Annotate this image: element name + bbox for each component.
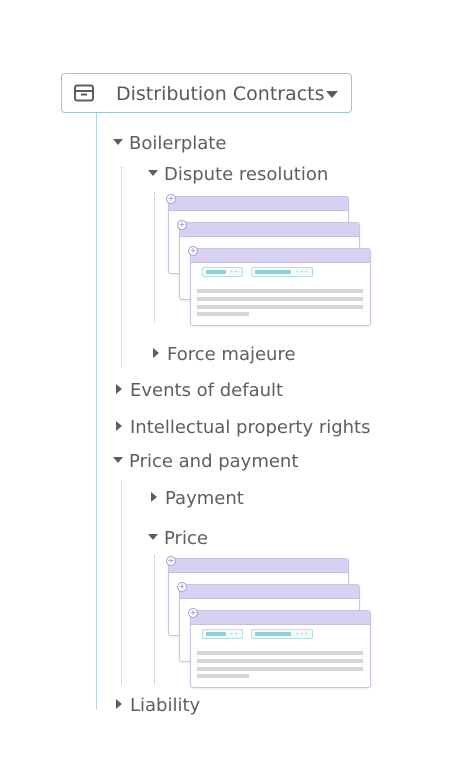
plus-icon[interactable]: + xyxy=(177,220,187,230)
node-label: Events of default xyxy=(130,380,284,401)
chevron-down-icon[interactable] xyxy=(326,91,338,98)
text-line xyxy=(197,659,363,663)
plus-icon[interactable]: + xyxy=(188,608,198,618)
node-label: Dispute resolution xyxy=(164,164,329,185)
tree-node-boilerplate[interactable]: Boilerplate xyxy=(113,133,226,155)
tag-chip: •• xyxy=(202,629,243,639)
archive-box-icon xyxy=(74,84,94,102)
tree-node-payment[interactable]: Payment xyxy=(151,488,244,510)
tree-guide xyxy=(121,480,122,685)
tree-node-events-of-default[interactable]: Events of default xyxy=(116,380,283,402)
node-label: Force majeure xyxy=(167,344,296,365)
caret-expanded-icon xyxy=(148,534,158,540)
caret-collapsed-icon xyxy=(116,699,122,709)
text-line xyxy=(197,651,363,655)
caret-collapsed-icon xyxy=(116,421,122,431)
plus-icon[interactable]: + xyxy=(188,246,198,256)
tree-node-dispute-resolution[interactable]: Dispute resolution xyxy=(148,164,328,186)
tree-guide xyxy=(121,167,122,367)
tree-connector xyxy=(96,113,97,710)
tag-chip: ••• xyxy=(251,629,313,639)
caret-expanded-icon xyxy=(113,139,123,145)
text-line xyxy=(197,312,249,316)
node-label: Price xyxy=(164,528,208,549)
tree-guide xyxy=(154,192,155,322)
root-folder-selector[interactable]: Distribution Contracts xyxy=(61,73,352,113)
tree-node-liability[interactable]: Liability xyxy=(116,695,200,717)
tree-node-price[interactable]: Price xyxy=(148,528,208,550)
card-header xyxy=(180,223,359,237)
card-header xyxy=(169,559,348,573)
card-header xyxy=(169,197,348,211)
tree-node-price-and-payment[interactable]: Price and payment xyxy=(113,451,298,473)
card-header xyxy=(191,249,370,263)
text-line xyxy=(197,297,363,301)
document-card[interactable]: + •• ••• xyxy=(188,246,371,326)
plus-icon[interactable]: + xyxy=(166,556,176,566)
tree-node-ip-rights[interactable]: Intellectual property rights xyxy=(116,417,371,439)
text-line xyxy=(197,289,363,293)
tag-chip: ••• xyxy=(251,267,313,277)
text-line xyxy=(197,305,363,309)
node-label: Intellectual property rights xyxy=(130,417,371,438)
card-header xyxy=(180,585,359,599)
text-line xyxy=(197,667,363,671)
node-label: Liability xyxy=(130,695,201,716)
caret-collapsed-icon xyxy=(151,492,157,502)
text-line xyxy=(197,674,249,678)
tree-node-force-majeure[interactable]: Force majeure xyxy=(153,344,296,366)
node-label: Payment xyxy=(165,488,244,509)
root-title: Distribution Contracts xyxy=(116,83,325,105)
tag-chip: •• xyxy=(202,267,243,277)
node-label: Price and payment xyxy=(129,451,299,472)
plus-icon[interactable]: + xyxy=(166,194,176,204)
document-card[interactable]: + •• ••• xyxy=(188,608,371,688)
card-header xyxy=(191,611,370,625)
tree-guide xyxy=(154,555,155,685)
caret-expanded-icon xyxy=(148,170,158,176)
caret-collapsed-icon xyxy=(153,348,159,358)
caret-expanded-icon xyxy=(113,457,123,463)
node-label: Boilerplate xyxy=(129,133,227,154)
caret-collapsed-icon xyxy=(116,384,122,394)
plus-icon[interactable]: + xyxy=(177,582,187,592)
